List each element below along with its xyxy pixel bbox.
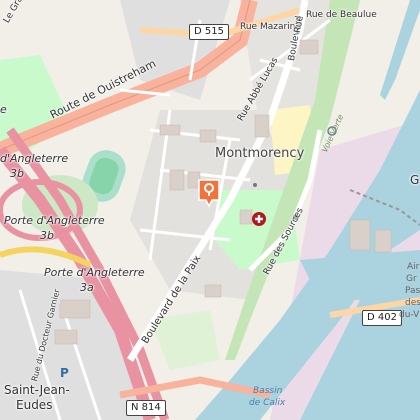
parking-icon[interactable]: P [60,366,69,380]
right-label-2: Gr [406,274,417,284]
right-label-3: Pas [405,286,420,296]
water-label-bassin-2: de Calix [249,398,286,408]
interchange-left-1: d'Angleterre [0,152,69,165]
location-pin-icon[interactable] [197,178,221,208]
road-label-beaulue: Rue de Beaulue [306,10,377,20]
interchange-3b-2: 3b [40,229,54,242]
shield-d515: D 515 [189,24,229,40]
place-label-saint-jean-1: Saint-Jean- [4,383,70,397]
district-label: Montmorency [215,146,305,161]
place-label-saint-jean-2: Eudes [16,398,53,412]
interchange-3a-1: Porte d'Angleterre [44,266,145,279]
road-label-mazarin: Rue Mazarin [240,22,296,32]
right-label-5: du-V [399,310,420,320]
interchange-3a-2: 3a [80,281,94,294]
shield-d402: D 402 [362,310,402,326]
interchange-left-top: e [0,103,7,116]
map-layer [0,0,420,420]
map-canvas[interactable]: Montmorency Saint-Jean- Eudes Route de O… [0,0,420,420]
interchange-left-2: 3b [10,167,24,180]
interchange-3b-1: Porte d'Angleterre [4,214,105,227]
right-label-1: Air [407,262,420,272]
right-label-g: G [410,173,420,187]
right-label-4: des [405,298,420,308]
water-label-bassin-1: Bassin [253,386,283,396]
shield-n814: N 814 [126,400,166,416]
